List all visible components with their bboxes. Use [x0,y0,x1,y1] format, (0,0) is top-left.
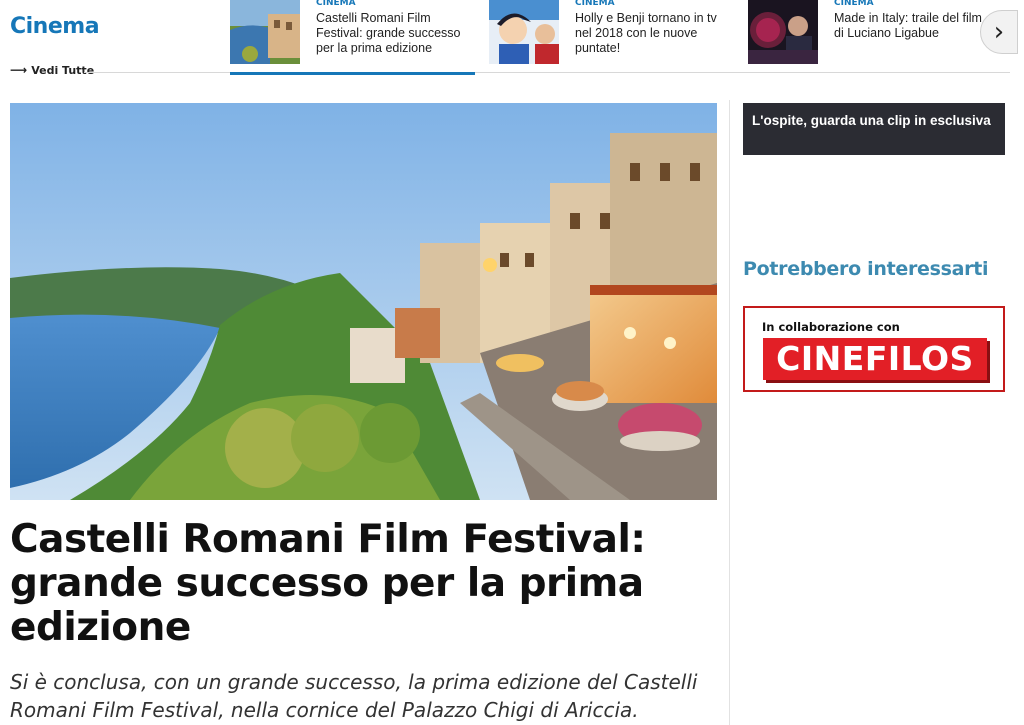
sidebar-heading: Potrebbero interessarti [743,258,989,280]
section-title[interactable]: Cinema [10,14,100,39]
card-category: CINEMA [316,0,356,8]
card-title[interactable]: Holly e Benji tornano in tv nel 2018 con… [575,11,735,56]
card-category: CINEMA [575,0,615,8]
strip-divider [84,72,1010,73]
card-category: CINEMA [834,0,874,8]
card-thumbnail[interactable] [748,0,818,64]
arrow-right-icon: ⟶ [10,63,28,77]
active-indicator [230,72,475,75]
card-thumbnail[interactable] [489,0,559,64]
partner-banner[interactable]: In collaborazione con CINEFILOS [743,306,1005,392]
article-summary: Si è conclusa, con un grande successo, l… [10,670,698,722]
card-thumbnail[interactable] [230,0,300,64]
chevron-right-icon: › [993,17,1005,47]
card-title[interactable]: Made in Italy: traile del film di Lucian… [834,11,994,41]
column-divider [729,100,730,725]
strip-card[interactable]: CINEMA Made in Italy: traile del film di… [748,0,993,72]
strip-card[interactable]: CINEMA Castelli Romani Film Festival: gr… [230,0,476,75]
carousel-next-button[interactable]: › [980,10,1018,54]
see-all-label: Vedi Tutte [31,63,95,77]
hero-image[interactable] [10,103,717,500]
strip-card[interactable]: CINEMA Holly e Benji tornano in tv nel 2… [489,0,734,72]
see-all-link[interactable]: ⟶ Vedi Tutte [10,63,94,77]
clip-promo[interactable]: L'ospite, guarda una clip in esclusiva [743,103,1005,155]
cinefilos-logo[interactable]: CINEFILOS [763,338,987,380]
card-title[interactable]: Castelli Romani Film Festival: grande su… [316,11,476,56]
article-headline: Castelli Romani Film Festival: grande su… [10,517,646,650]
related-strip: Cinema ⟶ Vedi Tutte CINEMA Castelli Roma… [0,0,1024,77]
partner-collab-text: In collaborazione con [762,320,900,334]
